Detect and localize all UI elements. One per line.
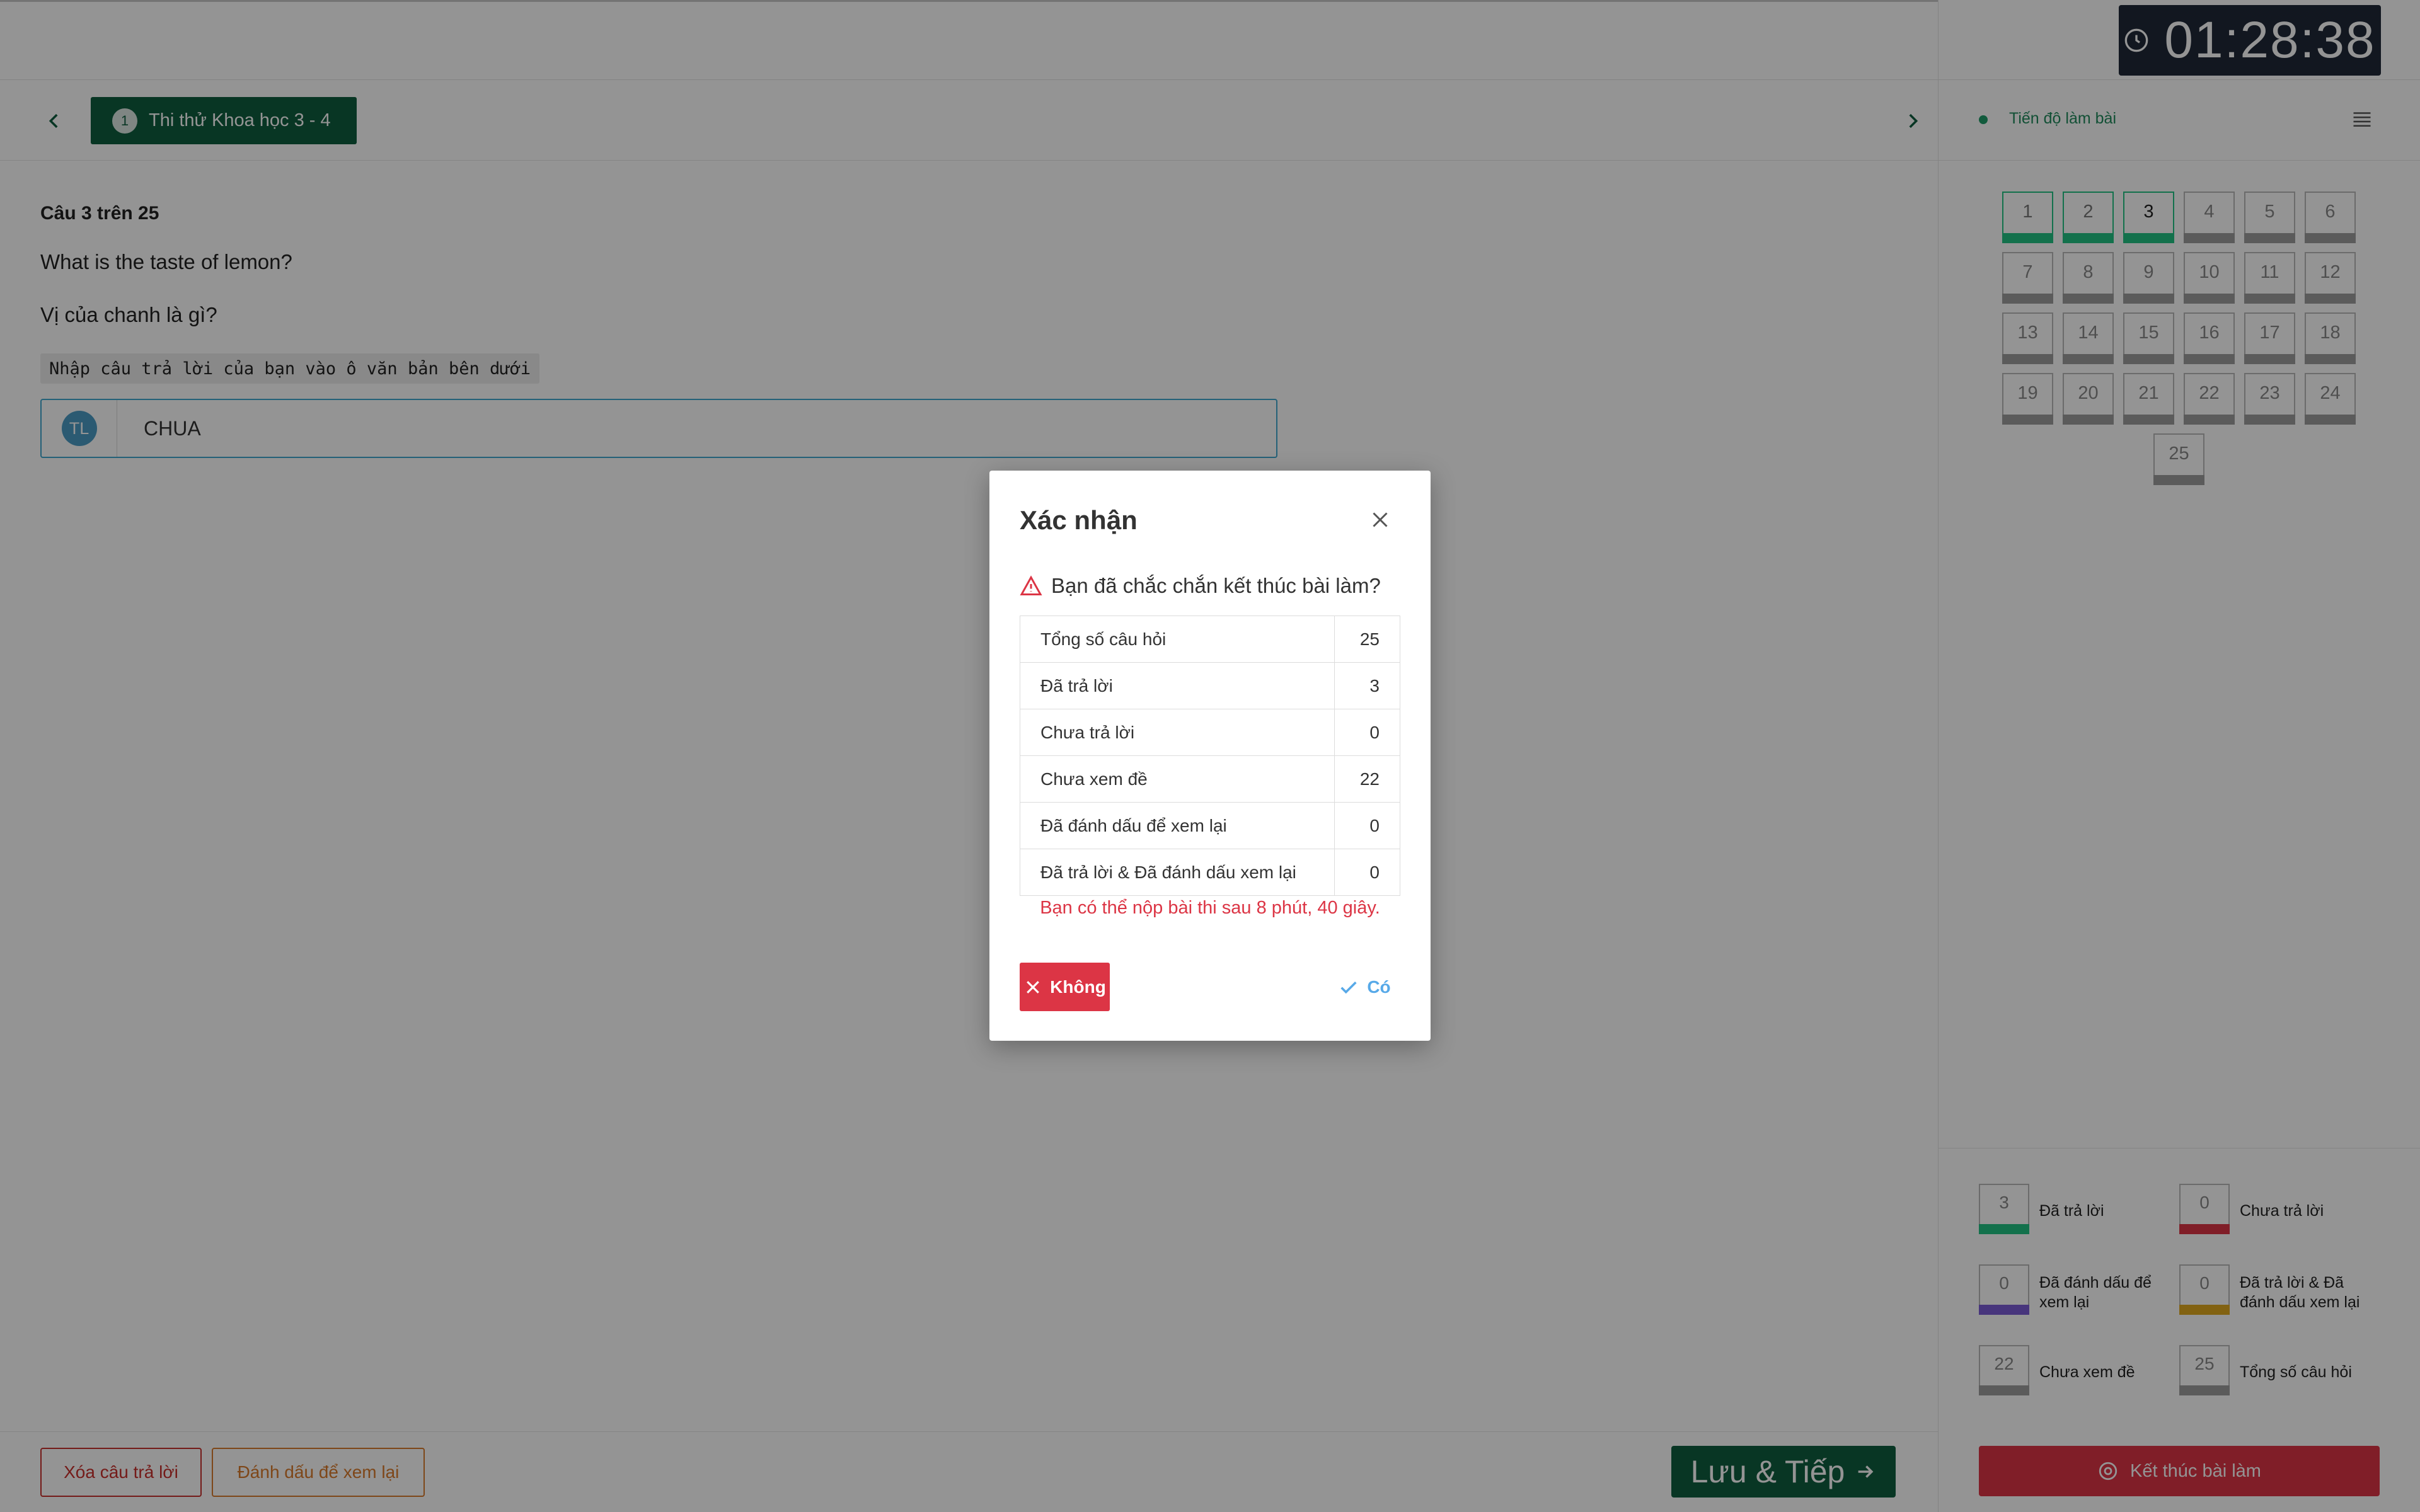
summary-label: Đã trả lời & Đã đánh dấu xem lại <box>1020 849 1335 896</box>
summary-row: Đã trả lời & Đã đánh dấu xem lại 0 <box>1020 849 1400 896</box>
summary-row: Chưa trả lời 0 <box>1020 709 1400 756</box>
summary-row: Đã đánh dấu để xem lại 0 <box>1020 802 1400 849</box>
dialog-question-text: Bạn đã chắc chắn kết thúc bài làm? <box>1051 574 1381 597</box>
summary-value: 0 <box>1334 802 1400 849</box>
summary-row: Chưa xem đề 22 <box>1020 755 1400 803</box>
confirm-dialog: Xác nhận Bạn đã chắc chắn kết thúc bài l… <box>989 471 1431 1041</box>
summary-label: Đã trả lời <box>1020 662 1335 709</box>
no-button[interactable]: Không <box>1020 963 1110 1011</box>
summary-value: 0 <box>1334 709 1400 756</box>
summary-label: Chưa xem đề <box>1020 755 1335 803</box>
dialog-question: Bạn đã chắc chắn kết thúc bài làm? <box>1020 574 1381 598</box>
summary-value: 22 <box>1334 755 1400 803</box>
close-icon[interactable] <box>1369 508 1392 531</box>
submit-note: Bạn có thể nộp bài thi sau 8 phút, 40 gi… <box>1040 898 1380 918</box>
summary-row: Tổng số câu hỏi 25 <box>1020 616 1400 663</box>
summary-row: Đã trả lời 3 <box>1020 662 1400 709</box>
summary-table: Tổng số câu hỏi 25 Đã trả lời 3 Chưa trả lời… <box>1020 616 1400 896</box>
summary-value: 3 <box>1334 662 1400 709</box>
summary-label: Chưa trả lời <box>1020 709 1335 756</box>
no-label: Không <box>1050 976 1106 997</box>
summary-value: 0 <box>1334 849 1400 896</box>
yes-label: Có <box>1367 976 1391 997</box>
warning-icon <box>1020 575 1042 595</box>
close-icon <box>1027 980 1040 994</box>
summary-label: Tổng số câu hỏi <box>1020 616 1335 663</box>
dialog-title: Xác nhận <box>1020 505 1138 535</box>
check-icon <box>1340 981 1357 994</box>
summary-value: 25 <box>1334 616 1400 663</box>
summary-label: Đã đánh dấu để xem lại <box>1020 802 1335 849</box>
yes-button[interactable]: Có <box>1330 963 1399 1011</box>
